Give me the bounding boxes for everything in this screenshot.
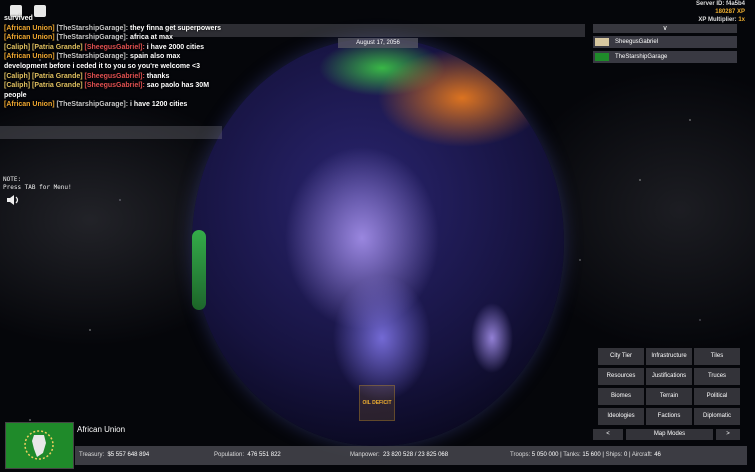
chat-message: [African Union] [TheStarshipGarage]: afr… (4, 34, 173, 42)
map-mode-terrain-button[interactable]: Terrain (646, 388, 692, 405)
chat-message: [Caliph] [Patria Grande] [SheegusGabriel… (4, 43, 204, 51)
map-mode-resources-button[interactable]: Resources (598, 368, 644, 385)
player-name: SheegusGabriel (615, 39, 659, 45)
map-mode-grid: City Tier Infrastructure Tiles Resources Jus… (598, 348, 740, 425)
player-row[interactable]: TheStarshipGarage (593, 51, 737, 63)
xp-multiplier: XP Multiplier: 1x (698, 17, 745, 23)
treasury-stat: Treasury: $5 557 648 894 (79, 452, 150, 458)
top-banner-bar (170, 24, 585, 37)
player-row[interactable]: SheegusGabriel (593, 36, 737, 48)
map-mode-factions-button[interactable]: Factions (646, 408, 692, 425)
manpower-stat: Manpower: 23 820 528 / 23 825 068 (350, 452, 449, 458)
chat-message: [African Union] [TheStarshipGarage]: the… (4, 24, 222, 32)
player-list: ∨ SheegusGabriel TheStarshipGarage (593, 24, 737, 63)
menu-note: NOTE: Press TAB for Menu! (3, 176, 72, 191)
player-name: TheStarshipGarage (615, 54, 668, 60)
map-mode-infrastructure-button[interactable]: Infrastructure (646, 348, 692, 365)
map-modes-button[interactable]: Map Modes (626, 429, 713, 440)
map-mode-truces-button[interactable]: Truces (694, 368, 740, 385)
player-flag-icon (595, 38, 609, 46)
server-info: Server ID: f4a5b4 180287 XP XP Multiplie… (696, 0, 745, 24)
country-name: African Union (77, 425, 126, 434)
population-stat: Population: 476 551 822 (214, 452, 281, 458)
chat-message: [African Union] [TheStarshipGarage]: spa… (4, 53, 200, 70)
game-date: August 17, 2056 (338, 38, 418, 48)
next-map-mode-button[interactable]: > (716, 429, 740, 440)
country-stats-bar: Treasury: $5 557 648 894 Population: 476… (75, 446, 747, 465)
chat-message: [Caliph] [Patria Grande] [SheegusGabriel… (4, 82, 210, 99)
map-mode-tiles-button[interactable]: Tiles (694, 348, 740, 365)
player-list-toggle[interactable]: ∨ (593, 24, 737, 33)
military-stat: Troops: 5 050 000 | Tanks: 15 600 | Ship… (510, 452, 661, 458)
map-mode-political-button[interactable]: Political (694, 388, 740, 405)
chat-input[interactable] (0, 126, 222, 139)
speaker-icon[interactable] (6, 194, 20, 206)
country-flag (5, 422, 74, 469)
chat-message: survived (4, 15, 33, 22)
map-mode-nav: < Map Modes > (593, 429, 740, 440)
map-mode-biomes-button[interactable]: Biomes (598, 388, 644, 405)
chat-log: survived [African Union] [TheStarshipGara… (4, 14, 224, 110)
xp-count: 180287 XP (715, 9, 745, 15)
oil-deficit-alert[interactable]: OIL DEFICIT (359, 385, 395, 421)
map-mode-ideologies-button[interactable]: Ideologies (598, 408, 644, 425)
map-mode-justifications-button[interactable]: Justifications (646, 368, 692, 385)
prev-map-mode-button[interactable]: < (593, 429, 623, 440)
chat-message: [African Union] [TheStarshipGarage]: i h… (4, 101, 188, 109)
globe-territory-edge (192, 230, 206, 310)
server-id: Server ID: f4a5b4 (695, 1, 745, 7)
map-mode-city-tier-button[interactable]: City Tier (598, 348, 644, 365)
chat-message: [Caliph] [Patria Grande] [SheegusGabriel… (4, 72, 170, 80)
player-flag-icon (595, 53, 609, 61)
map-mode-diplomatic-button[interactable]: Diplomatic (694, 408, 740, 425)
